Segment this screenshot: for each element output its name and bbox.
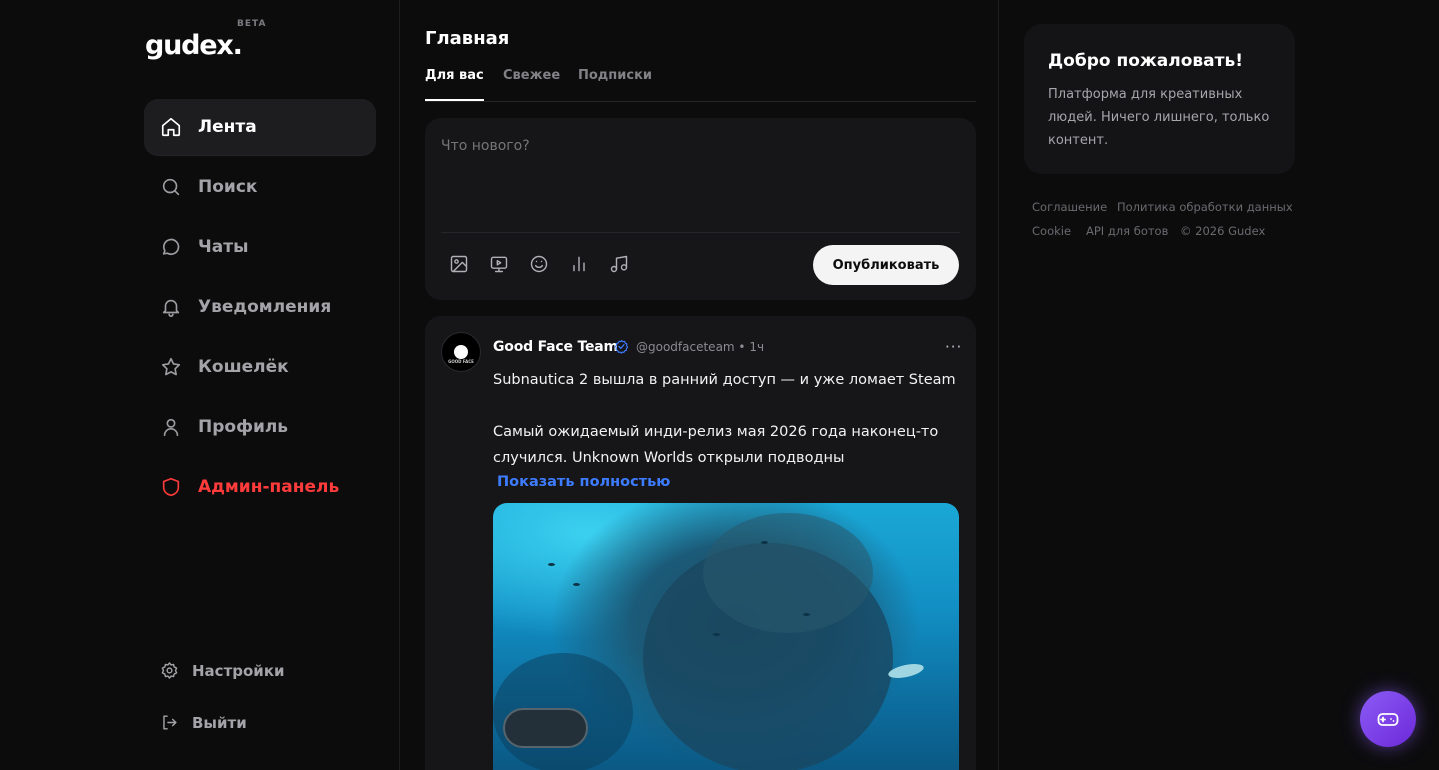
reef-shape xyxy=(703,513,873,633)
app: gudex. BETA Лента Поиск Чаты Уведомления… xyxy=(0,0,1439,770)
user-icon xyxy=(163,418,179,437)
sidebar-item-notifications[interactable]: Уведомления xyxy=(144,279,376,335)
video-icon xyxy=(490,256,508,273)
sidebar-item-label: Поиск xyxy=(198,177,258,197)
post-handle-time: @goodfaceteam • 1ч xyxy=(636,340,765,354)
sidebar-item-search[interactable]: Поиск xyxy=(144,159,376,215)
composer-input[interactable] xyxy=(441,138,961,154)
beta-badge: BETA xyxy=(237,19,267,29)
tab-for-you[interactable]: Для вас xyxy=(425,68,484,101)
logout-label: Выйти xyxy=(192,713,247,732)
logout-button[interactable]: Выйти xyxy=(160,713,247,732)
sidebar: gudex. BETA Лента Поиск Чаты Уведомления… xyxy=(0,0,400,770)
sidebar-item-label: Профиль xyxy=(198,417,289,437)
post-card: GOOD FACE Good Face Team @goodfaceteam •… xyxy=(425,316,976,770)
star-icon xyxy=(161,357,181,376)
poll-icon xyxy=(573,256,585,272)
post-image[interactable] xyxy=(493,503,959,770)
sidebar-item-feed[interactable]: Лента xyxy=(144,99,376,155)
welcome-title: Добро пожаловать! xyxy=(1048,51,1243,71)
settings-button[interactable]: Настройки xyxy=(160,661,285,680)
cookie-link[interactable]: Cookie xyxy=(1032,224,1071,238)
feed-tabs: Для вас Свежее Подписки xyxy=(425,62,976,102)
music-icon xyxy=(610,255,628,273)
bell-icon xyxy=(162,299,180,317)
avatar[interactable]: GOOD FACE xyxy=(441,332,481,372)
privacy-link[interactable]: Политика обработки данных xyxy=(1117,200,1293,214)
show-more-link[interactable]: Показать полностью xyxy=(497,474,670,490)
post-composer: Опубликовать xyxy=(425,118,976,300)
emoji-button[interactable] xyxy=(529,254,551,276)
agreement-link[interactable]: Соглашение xyxy=(1032,200,1107,214)
gamepad-icon xyxy=(1377,713,1399,726)
copyright: © 2026 Gudex xyxy=(1180,224,1266,238)
search-icon xyxy=(162,178,180,196)
logo[interactable]: gudex. xyxy=(145,30,243,61)
chat-icon xyxy=(162,238,180,256)
sidebar-item-label: Уведомления xyxy=(198,297,332,317)
api-link[interactable]: API для ботов xyxy=(1086,224,1168,238)
fish xyxy=(713,633,720,636)
logout-icon xyxy=(163,715,177,730)
publish-button[interactable]: Опубликовать xyxy=(813,245,959,285)
sidebar-item-admin[interactable]: Админ-панель xyxy=(144,459,376,515)
poll-button[interactable] xyxy=(569,254,591,276)
shield-icon xyxy=(162,477,180,497)
gear-icon xyxy=(161,662,178,679)
verified-icon xyxy=(614,339,629,354)
welcome-card: Добро пожаловать! Платформа для креативн… xyxy=(1024,24,1295,174)
feed: Главная Для вас Свежее Подписки Что ново… xyxy=(401,0,999,770)
sidebar-item-label: Админ-панель xyxy=(198,477,340,497)
post-author[interactable]: Good Face Team xyxy=(493,339,618,355)
sidebar-item-chats[interactable]: Чаты xyxy=(144,219,376,275)
diver xyxy=(503,708,588,748)
sidebar-item-profile[interactable]: Профиль xyxy=(144,399,376,455)
sidebar-item-label: Кошелёк xyxy=(198,357,289,377)
tab-fresh[interactable]: Свежее xyxy=(503,68,560,101)
settings-label: Настройки xyxy=(192,661,285,680)
post-body: Самый ожидаемый инди-релиз мая 2026 года… xyxy=(493,424,939,466)
fish xyxy=(548,563,555,566)
home-icon xyxy=(161,117,181,137)
sidebar-item-label: Чаты xyxy=(198,237,249,257)
page-title: Главная xyxy=(425,28,510,49)
image-icon xyxy=(450,255,468,273)
sidebar-item-wallet[interactable]: Кошелёк xyxy=(144,339,376,395)
post-headline: Subnautica 2 вышла в ранний доступ — и у… xyxy=(493,372,956,388)
emoji-icon xyxy=(530,255,548,273)
fish xyxy=(573,583,580,586)
avatar-face xyxy=(454,345,468,359)
music-button[interactable] xyxy=(609,254,631,276)
more-options-icon[interactable]: ··· xyxy=(945,338,962,356)
avatar-logo-text: GOOD FACE xyxy=(448,359,474,364)
attach-image-button[interactable] xyxy=(449,254,471,276)
attach-video-button[interactable] xyxy=(489,254,511,276)
games-button[interactable] xyxy=(1360,691,1416,747)
fish xyxy=(803,613,810,616)
tab-subscriptions[interactable]: Подписки xyxy=(578,68,652,101)
welcome-text: Платформа для креативных людей. Ничего л… xyxy=(1048,87,1270,148)
sidebar-item-label: Лента xyxy=(198,117,257,137)
fish xyxy=(761,541,768,544)
composer-divider xyxy=(441,232,960,233)
